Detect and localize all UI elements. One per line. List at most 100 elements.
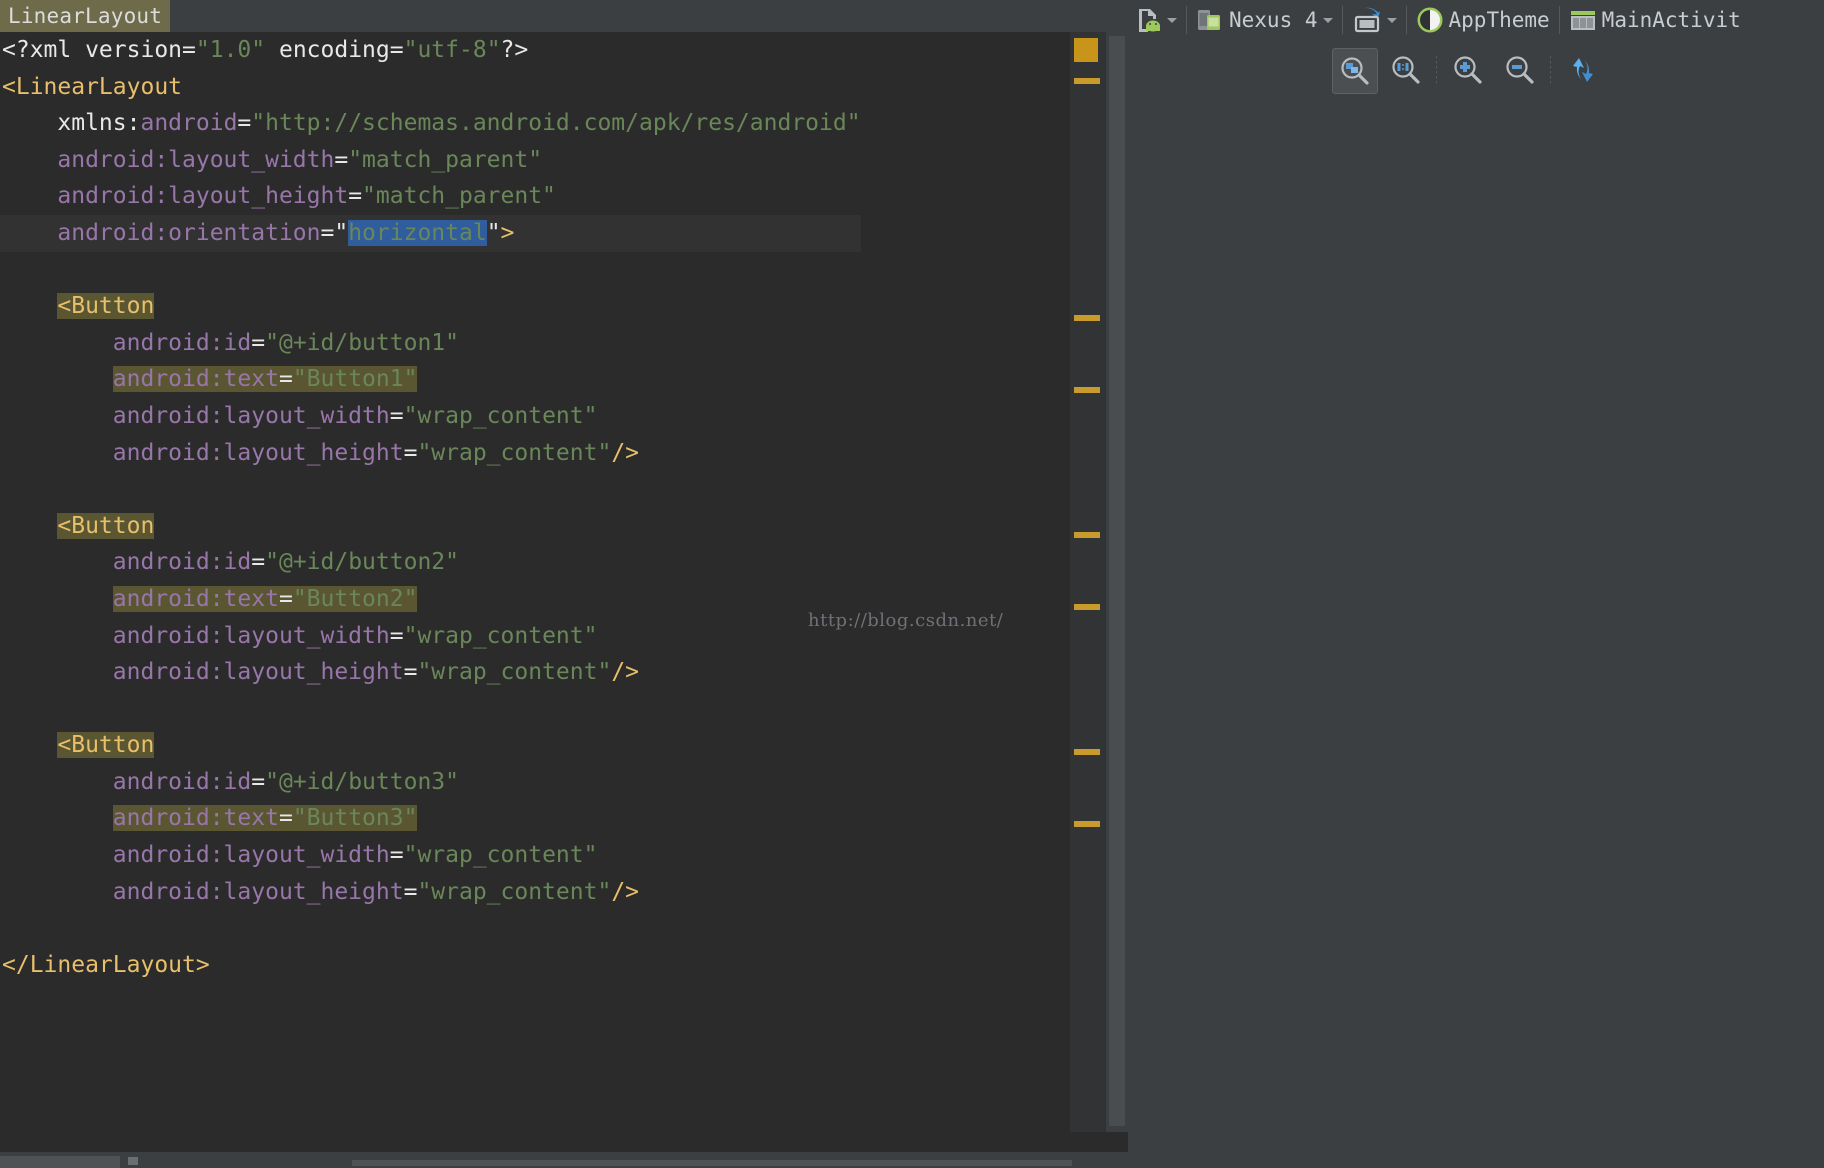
occurrence-marker[interactable]	[1074, 78, 1100, 84]
code-token: android:orientation	[57, 219, 321, 246]
chevron-down-icon[interactable]	[1386, 17, 1397, 23]
orientation-chooser[interactable]	[1346, 0, 1403, 40]
code-token: android:layout_height	[112, 439, 404, 466]
toolbar-separator	[1186, 6, 1187, 34]
code-line[interactable]	[0, 252, 861, 289]
code-token: =	[237, 110, 252, 137]
preview-toolbar[interactable]: Nexus 4 AppTheme MainActivit	[1128, 0, 1824, 40]
code-line[interactable]: android:text="Button1"	[0, 361, 861, 398]
code-token: =	[403, 878, 418, 905]
zoom-toolbar[interactable]	[1128, 40, 1824, 100]
code-token: "match_parent"	[348, 146, 543, 173]
xml-editor-pane: LinearLayout <?xml version="1.0" encodin…	[0, 0, 1128, 1168]
code-line[interactable]: android:layout_height="wrap_content"/>	[0, 435, 861, 472]
code-line[interactable]: <Button	[0, 508, 861, 545]
chevron-down-icon[interactable]	[1322, 17, 1333, 23]
bottom-tab-design[interactable]	[0, 1156, 120, 1168]
code-token: =	[348, 183, 363, 210]
theme-contrast-icon	[1416, 6, 1444, 34]
editor-scrollbar-thumb[interactable]	[1109, 36, 1125, 1126]
theme-chooser[interactable]: AppTheme	[1410, 0, 1556, 40]
code-token: =	[278, 585, 293, 612]
code-token: ?>	[500, 37, 529, 63]
code-token: =	[403, 439, 418, 466]
occurrence-marker[interactable]	[1074, 604, 1100, 610]
code-line[interactable]: android:layout_width="wrap_content"	[0, 837, 861, 874]
code-line[interactable]: android:layout_height="match_parent"	[0, 178, 861, 215]
code-token: <?xml version=	[2, 37, 196, 63]
code-token: android:id	[112, 329, 252, 356]
device-config-chooser[interactable]	[1128, 0, 1183, 40]
watermark-text: http://blog.csdn.net/	[808, 610, 1004, 631]
landscape-rotate-icon	[1352, 6, 1382, 34]
device-chooser-label: Nexus 4	[1229, 8, 1318, 32]
zoom-out-button[interactable]	[1498, 48, 1542, 92]
code-line[interactable]: android:text="Button3"	[0, 800, 861, 837]
code-token: "wrap_content"	[417, 439, 612, 466]
code-token: "wrap_content"	[417, 659, 612, 686]
android-studio-layout-editor: LinearLayout <?xml version="1.0" encodin…	[0, 0, 1824, 1168]
zoom-to-fit-button[interactable]	[1332, 48, 1378, 94]
device-icon	[1196, 6, 1224, 34]
code-line[interactable]: xmlns:android="http://schemas.android.co…	[0, 105, 861, 142]
code-line[interactable]	[0, 471, 861, 508]
code-line[interactable]: android:id="@+id/button3"	[0, 764, 861, 801]
occurrence-marker-bar[interactable]	[1070, 32, 1106, 1132]
breadcrumb-label: LinearLayout	[8, 4, 163, 28]
code-token: "Button1"	[292, 366, 418, 393]
code-token: android:text	[112, 585, 279, 612]
code-line[interactable]: <Button	[0, 727, 861, 764]
code-token: =	[278, 366, 293, 393]
code-area[interactable]: <?xml version="1.0" encoding="utf-8"?> <L…	[0, 32, 1070, 1132]
code-line[interactable]: android:layout_height="wrap_content"/>	[0, 654, 861, 691]
code-line[interactable]: android:layout_height="wrap_content"/>	[0, 874, 861, 911]
zoom-separator-2	[1550, 56, 1551, 84]
error-stripe-marker[interactable]	[1074, 38, 1098, 62]
theme-chooser-label: AppTheme	[1448, 8, 1550, 32]
code-token: "wrap_content"	[403, 402, 598, 429]
occurrence-marker[interactable]	[1074, 315, 1100, 321]
editor-bottom-tabs[interactable]	[0, 1152, 1128, 1168]
occurrence-marker[interactable]	[1074, 532, 1100, 538]
code-line[interactable]: android:layout_width="wrap_content"	[0, 618, 861, 655]
refresh-icon	[1573, 58, 1593, 82]
code-line[interactable]: <?xml version="1.0" encoding="utf-8"?>	[0, 32, 861, 69]
code-token: =	[389, 842, 404, 869]
zoom-fit-icon	[1341, 57, 1369, 85]
xml-source-code[interactable]: <?xml version="1.0" encoding="utf-8"?> <L…	[0, 32, 861, 983]
code-line[interactable]: <Button	[0, 288, 861, 325]
code-token: >	[500, 219, 515, 246]
breadcrumb[interactable]: LinearLayout	[0, 0, 171, 32]
zoom-in-button[interactable]	[1446, 48, 1490, 92]
code-token: =	[278, 805, 293, 832]
code-token: horizontal	[348, 219, 487, 246]
code-token: />	[611, 878, 640, 905]
code-line[interactable]: <LinearLayout	[0, 69, 861, 106]
code-token: "wrap_content"	[417, 878, 612, 905]
code-line[interactable]: </LinearLayout>	[0, 947, 861, 984]
code-line[interactable]	[0, 691, 861, 728]
code-token: android:text	[112, 805, 279, 832]
zoom-actual-size-button[interactable]	[1384, 48, 1428, 92]
zoom-out-icon	[1506, 56, 1534, 84]
refresh-render-button[interactable]	[1560, 48, 1604, 92]
occurrence-marker[interactable]	[1074, 821, 1100, 827]
occurrence-marker[interactable]	[1074, 387, 1100, 393]
code-line[interactable]: android:id="@+id/button2"	[0, 544, 861, 581]
code-token: xmlns:	[57, 110, 141, 137]
code-line[interactable]: android:layout_width="match_parent"	[0, 142, 861, 179]
device-chooser[interactable]: Nexus 4	[1190, 0, 1339, 40]
code-line[interactable]: android:orientation="horizontal">	[0, 214, 861, 252]
code-line[interactable]: android:text="Button2"	[0, 581, 861, 618]
breadcrumb-bar: LinearLayout	[0, 0, 1128, 32]
code-line[interactable]: android:id="@+id/button1"	[0, 325, 861, 362]
chevron-down-icon[interactable]	[1167, 17, 1177, 23]
code-token: "Button3"	[292, 805, 418, 832]
code-token: "@+id/button3"	[265, 768, 459, 795]
occurrence-marker[interactable]	[1074, 749, 1100, 755]
code-token: "http://schemas.android.com/apk/res/andr…	[251, 110, 861, 137]
code-line[interactable]: android:layout_width="wrap_content"	[0, 398, 861, 435]
activity-chooser[interactable]: MainActivit	[1563, 0, 1747, 40]
code-token: "match_parent"	[362, 183, 556, 210]
code-line[interactable]	[0, 910, 861, 947]
